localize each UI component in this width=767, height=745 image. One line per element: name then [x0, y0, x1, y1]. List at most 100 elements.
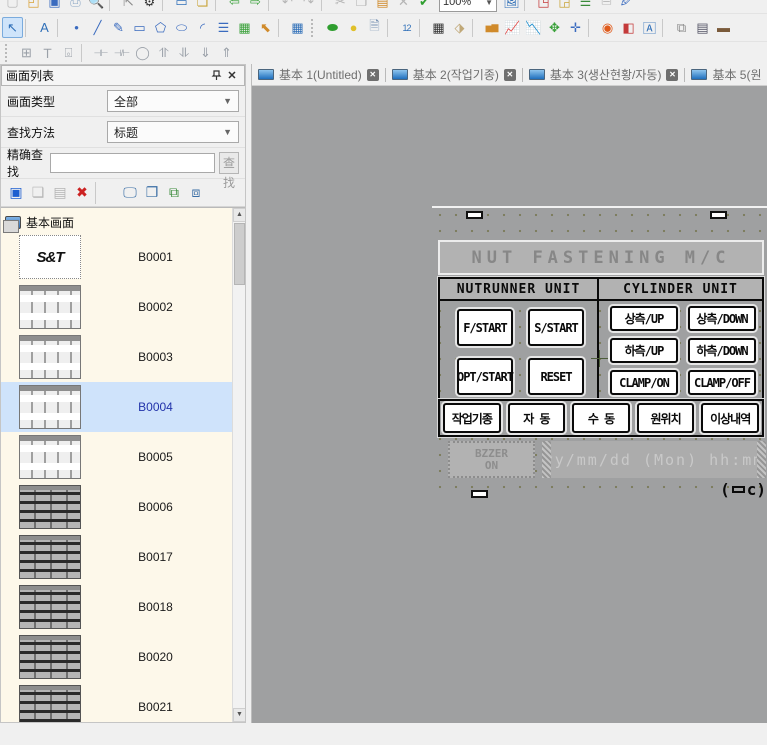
search-button[interactable]: 查找: [219, 152, 239, 174]
utilize-screen-button[interactable]: ⧈: [185, 182, 207, 204]
bar-graph-icon[interactable]: ▅▆: [481, 17, 502, 38]
zoom-combo[interactable]: 100%▼: [439, 0, 497, 12]
screen-list-item[interactable]: B0006: [1, 482, 232, 532]
scrollbar-thumb[interactable]: [234, 223, 245, 285]
arc-tool-icon[interactable]: ◜: [192, 17, 213, 38]
tab-close-icon[interactable]: ✕: [666, 69, 678, 81]
application-down-icon[interactable]: ⥥: [174, 43, 195, 64]
dot-tool-icon[interactable]: •: [66, 17, 87, 38]
paste-icon[interactable]: ▤: [372, 0, 393, 13]
separator[interactable]: [268, 0, 275, 11]
copy-screen-icon[interactable]: ❏: [192, 0, 213, 13]
open-project-icon[interactable]: ◰: [23, 0, 44, 13]
separator[interactable]: [588, 19, 595, 37]
screen-list-item[interactable]: S&T B0001: [1, 232, 232, 282]
line-tool-icon[interactable]: ╱: [87, 17, 108, 38]
new-page-icon[interactable]: 🗎: [596, 0, 617, 13]
error-history-button[interactable]: 이상내역: [701, 403, 759, 433]
screen-tab[interactable]: 基本 5(원: [685, 64, 767, 86]
film-icon[interactable]: ▤: [692, 17, 713, 38]
sstart-button[interactable]: S/START: [528, 309, 584, 346]
numeric-display-icon[interactable]: 12: [396, 17, 417, 38]
screen-list-item[interactable]: B0018: [1, 582, 232, 632]
screen-list-item[interactable]: B0017: [1, 532, 232, 582]
close-icon[interactable]: ✕: [224, 68, 240, 84]
grip[interactable]: [5, 44, 13, 62]
buzzer-on-button[interactable]: BZZER ON: [448, 441, 535, 478]
screen-image-icon[interactable]: 🖼: [501, 0, 522, 13]
application-up-icon[interactable]: ⥣: [153, 43, 174, 64]
property-sheet-icon[interactable]: ☰: [575, 0, 596, 13]
system-gear-icon[interactable]: ⚙: [139, 0, 160, 13]
search-input[interactable]: [50, 153, 215, 173]
scroll-up-icon[interactable]: ▲: [233, 208, 245, 222]
separator[interactable]: [419, 19, 426, 37]
redo-icon[interactable]: ↷: [298, 0, 319, 13]
copy-icon[interactable]: ❐: [351, 0, 372, 13]
text-tool-icon[interactable]: A: [34, 17, 55, 38]
display-monitor-button[interactable]: 🖵: [119, 182, 141, 204]
parts-icon[interactable]: ⬗: [449, 17, 470, 38]
next-screen-icon[interactable]: ⇨: [245, 0, 266, 13]
import-image-icon[interactable]: ⬉: [255, 17, 276, 38]
trend-graph-icon[interactable]: ✥: [544, 17, 565, 38]
screen-list-item[interactable]: B0004: [1, 382, 232, 432]
screen-list-item[interactable]: B0003: [1, 332, 232, 382]
design-title-plate[interactable]: NUT FASTENING M/C: [438, 240, 764, 275]
coil-icon[interactable]: ◯: [132, 43, 153, 64]
contact-open-icon[interactable]: ⊣⊢: [90, 43, 111, 64]
recipe-grid-icon[interactable]: ▦: [428, 17, 449, 38]
filter-dropdown[interactable]: 标题 ▼: [107, 121, 239, 143]
optstart-button[interactable]: OPT/START: [457, 358, 513, 395]
lower-down-button[interactable]: 하측/DOWN: [688, 338, 756, 363]
library-register-icon[interactable]: ◲: [554, 0, 575, 13]
delete-screen-button[interactable]: ✖: [71, 182, 93, 204]
comment-object-icon[interactable]: 🗎: [364, 17, 385, 38]
statistics-graph-icon[interactable]: 📈: [502, 17, 523, 38]
fstart-button[interactable]: F/START: [457, 309, 513, 346]
rect-tool-icon[interactable]: ▭: [129, 17, 150, 38]
delete-icon[interactable]: ✕: [393, 0, 414, 13]
new-screen-button[interactable]: ▣: [5, 182, 27, 204]
separator[interactable]: [524, 0, 531, 11]
separator[interactable]: [95, 182, 117, 204]
screen-convert-button[interactable]: ⧉: [163, 182, 185, 204]
auto-button[interactable]: 자 동: [508, 403, 566, 433]
polygon-tool-icon[interactable]: ⬠: [150, 17, 171, 38]
undo-icon[interactable]: ↶: [277, 0, 298, 13]
screen-jump-icon[interactable]: ⇱: [118, 0, 139, 13]
separator[interactable]: [162, 0, 169, 11]
device-icon[interactable]: ▬: [713, 17, 734, 38]
meter-icon[interactable]: ✛: [565, 17, 586, 38]
verify-icon[interactable]: ✔: [414, 0, 435, 13]
write-device-icon[interactable]: ⇓: [195, 43, 216, 64]
report-label-icon[interactable]: ⌻: [58, 43, 79, 64]
screen-list-item[interactable]: B0002: [1, 282, 232, 332]
reset-button[interactable]: RESET: [528, 358, 584, 395]
separator[interactable]: [109, 0, 116, 11]
lower-up-button[interactable]: 하측/UP: [610, 338, 678, 363]
separator[interactable]: [278, 19, 285, 37]
upper-up-button[interactable]: 상측/UP: [610, 306, 678, 331]
touch-key-marker[interactable]: [710, 211, 727, 219]
design-top-line[interactable]: [432, 206, 767, 208]
print-preview-icon[interactable]: ⎙: [65, 0, 86, 13]
lamp-object-icon[interactable]: ●: [343, 17, 364, 38]
screen-list-item[interactable]: B0021: [1, 682, 232, 722]
copy-screen-button[interactable]: ❏: [27, 182, 49, 204]
edit-comment-icon[interactable]: 🖉: [617, 0, 638, 13]
touch-key-marker[interactable]: [471, 490, 488, 498]
paste-screen-button[interactable]: ▤: [49, 182, 71, 204]
scale-tool-icon[interactable]: ☰: [213, 17, 234, 38]
parts-display-icon[interactable]: ◧: [618, 17, 639, 38]
separator[interactable]: [81, 44, 88, 62]
clamp-off-button[interactable]: CLAMP/OFF: [688, 370, 756, 395]
contact-close-icon[interactable]: ⊣/⊢: [111, 43, 132, 64]
report-text-icon[interactable]: 🝨: [37, 43, 58, 64]
upper-down-button[interactable]: 상측/DOWN: [688, 306, 756, 331]
window-position-icon[interactable]: ⧉: [671, 17, 692, 38]
library-acquire-icon[interactable]: ◳: [533, 0, 554, 13]
separator[interactable]: [25, 19, 32, 37]
filter-dropdown[interactable]: 全部 ▼: [107, 90, 239, 112]
image-tool-icon[interactable]: ▦: [234, 17, 255, 38]
